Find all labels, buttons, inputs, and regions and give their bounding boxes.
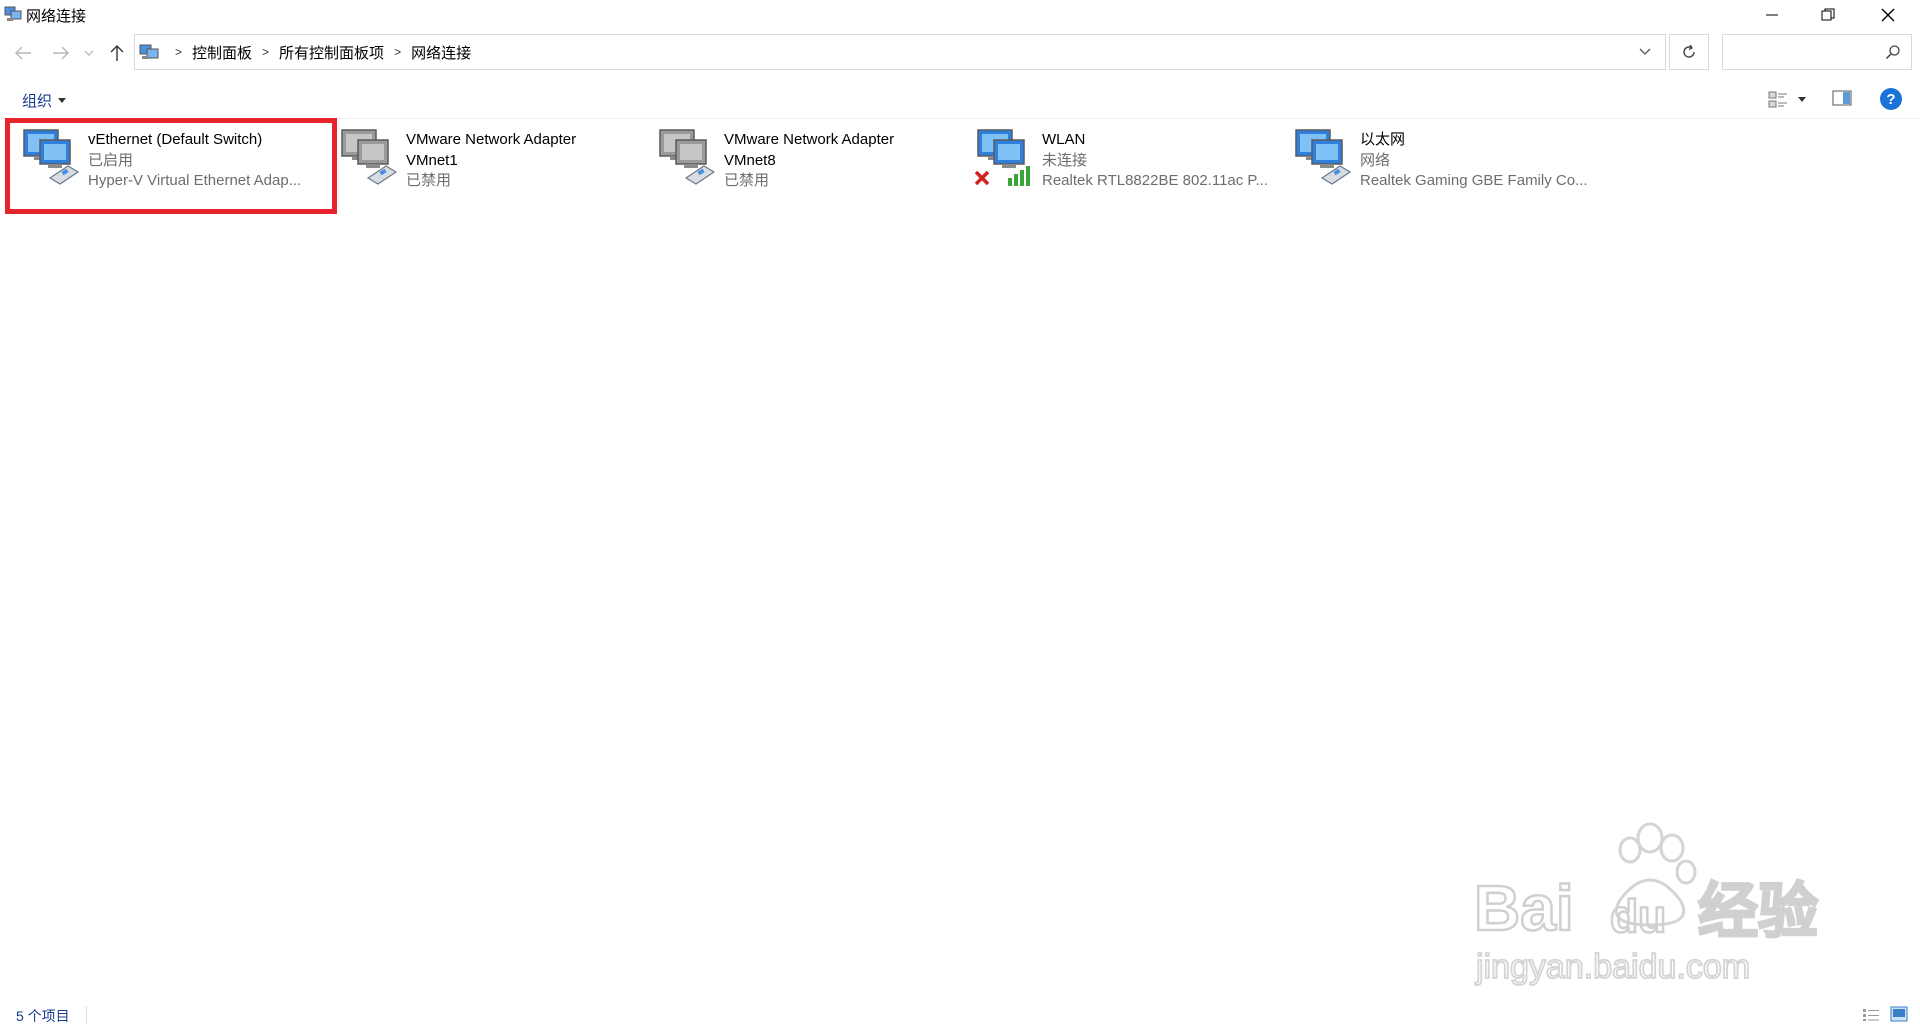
item-count: 5 个项目 xyxy=(16,1008,70,1024)
baidu-jingyan-watermark: Bai du 经验 jingyan.baidu.com xyxy=(1473,822,1819,987)
network-adapter-icon xyxy=(338,126,402,190)
minimize-icon xyxy=(1766,14,1778,16)
wifi-adapter-icon xyxy=(974,126,1038,190)
breadcrumb-network-connections[interactable]: 网络连接 xyxy=(411,42,471,63)
watermark-url: jingyan.baidu.com xyxy=(1475,948,1750,986)
preview-pane-icon[interactable] xyxy=(1832,90,1852,106)
breadcrumb-separator-icon[interactable]: > xyxy=(394,45,401,59)
connection-name: WLAN xyxy=(1042,131,1086,148)
back-button[interactable] xyxy=(12,42,34,64)
connection-text: VMware Network Adapter VMnet8 已禁用 xyxy=(724,130,954,192)
breadcrumb: > 控制面板 > 所有控制面板项 > 网络连接 xyxy=(165,35,471,69)
breadcrumb-separator-icon[interactable]: > xyxy=(175,45,182,59)
connection-item[interactable]: VMware Network Adapter VMnet1 已禁用 xyxy=(318,118,628,210)
title-bar: 网络连接 xyxy=(0,0,1920,30)
navigation-bar: > 控制面板 > 所有控制面板项 > 网络连接 xyxy=(0,32,1920,74)
recent-locations-button[interactable] xyxy=(82,42,96,64)
connection-name: VMware Network Adapter xyxy=(724,131,895,148)
forward-button[interactable] xyxy=(50,42,72,64)
breadcrumb-all-items[interactable]: 所有控制面板项 xyxy=(279,42,384,63)
watermark-jingyan: 经验 xyxy=(1698,877,1818,947)
refresh-button[interactable] xyxy=(1669,34,1709,70)
status-bar: 5 个项目 xyxy=(0,1000,1920,1030)
connection-status: 未连接 xyxy=(1042,151,1088,169)
caret-down-icon xyxy=(58,98,67,103)
network-adapter-icon xyxy=(656,126,720,190)
connection-item[interactable]: VMware Network Adapter VMnet8 已禁用 xyxy=(636,118,946,210)
connection-device: Realtek RTL8822BE 802.11ac P... xyxy=(1042,172,1268,189)
refresh-icon xyxy=(1683,44,1695,58)
connection-text: WLAN 未连接 Realtek RTL8822BE 802.11ac P... xyxy=(1042,130,1272,192)
close-icon xyxy=(1881,8,1895,22)
change-view-icon[interactable] xyxy=(1766,88,1790,112)
address-history-button[interactable] xyxy=(1625,35,1665,69)
connection-text: 以太网网络 Realtek Gaming GBE Family Co... xyxy=(1360,130,1590,192)
connection-item[interactable]: 以太网网络 Realtek Gaming GBE Family Co... xyxy=(1272,118,1588,210)
restore-button[interactable] xyxy=(1800,0,1856,30)
search-box[interactable] xyxy=(1722,34,1912,70)
organize-menu-button[interactable]: 组织 xyxy=(22,90,67,111)
connection-name-line2: VMnet8 xyxy=(724,151,776,169)
watermark-du: du xyxy=(1610,890,1666,942)
connection-status: 已禁用 xyxy=(724,172,770,189)
network-connections-icon xyxy=(4,6,22,21)
large-icons-view-icon[interactable] xyxy=(1890,1006,1908,1022)
restore-icon xyxy=(1821,8,1835,21)
connection-text: VMware Network Adapter VMnet1 已禁用 xyxy=(406,130,636,192)
help-icon[interactable]: ? xyxy=(1880,88,1902,110)
close-button[interactable] xyxy=(1860,0,1916,30)
connection-name-line2: VMnet1 xyxy=(406,151,458,169)
connection-status: 已禁用 xyxy=(406,172,452,189)
control-panel-icon xyxy=(139,44,159,59)
window-title: 网络连接 xyxy=(26,8,87,25)
connection-name: 以太网 xyxy=(1360,131,1406,148)
forward-arrow-icon xyxy=(53,46,69,60)
status-divider xyxy=(86,1006,87,1024)
breadcrumb-control-panel[interactable]: 控制面板 xyxy=(192,42,252,63)
minimize-button[interactable] xyxy=(1744,0,1800,30)
selection-highlight-box xyxy=(5,118,337,214)
details-view-icon[interactable] xyxy=(1862,1008,1880,1022)
search-input[interactable] xyxy=(1729,41,1883,65)
organize-label: 组织 xyxy=(22,93,53,110)
chevron-down-icon xyxy=(1639,48,1651,55)
connection-item[interactable]: WLAN 未连接 Realtek RTL8822BE 802.11ac P... xyxy=(954,118,1268,210)
back-arrow-icon xyxy=(15,46,31,60)
view-options-caret-icon[interactable] xyxy=(1798,97,1806,102)
command-bar: 组织 ? xyxy=(0,82,1920,119)
search-icon[interactable] xyxy=(1885,44,1901,60)
up-arrow-icon xyxy=(110,45,124,61)
connection-device: Realtek Gaming GBE Family Co... xyxy=(1360,172,1588,189)
address-bar[interactable]: > 控制面板 > 所有控制面板项 > 网络连接 xyxy=(134,34,1666,70)
breadcrumb-separator-icon[interactable]: > xyxy=(262,45,269,59)
network-adapter-icon xyxy=(1292,126,1356,190)
watermark-bai: Bai xyxy=(1474,872,1574,944)
connection-status: 网络 xyxy=(1360,151,1391,169)
up-button[interactable] xyxy=(106,42,128,64)
connection-name: VMware Network Adapter xyxy=(406,131,577,148)
chevron-down-icon xyxy=(84,50,94,56)
